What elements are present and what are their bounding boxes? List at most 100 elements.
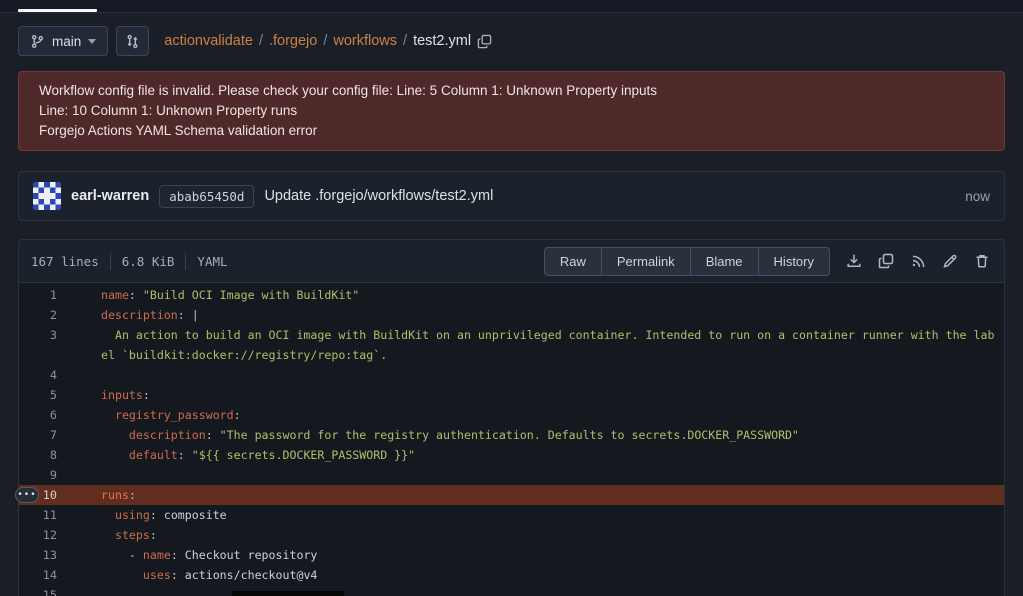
line-number[interactable]: 9: [19, 465, 65, 485]
commit-message[interactable]: Update .forgejo/workflows/test2.yml: [264, 188, 493, 204]
branch-name-label: main: [52, 34, 81, 49]
divider: [110, 253, 111, 270]
breadcrumb-current-file: test2.yml: [413, 33, 471, 49]
breadcrumb-link[interactable]: .forgejo: [269, 33, 317, 49]
file-size: 6.8 KiB: [122, 254, 175, 269]
file-view-card: 167 lines 6.8 KiB YAML RawPermalinkBlame…: [18, 239, 1005, 596]
code-line: 11 using: composite: [19, 505, 1004, 525]
view-button-raw[interactable]: Raw: [544, 247, 602, 276]
code-line: 6 registry_password:: [19, 405, 1004, 425]
line-number[interactable]: 3: [19, 325, 65, 365]
commit-sha-button[interactable]: abab65450d: [159, 185, 254, 208]
code-token: description: [129, 428, 206, 442]
breadcrumb-link[interactable]: actionvalidate: [164, 33, 253, 49]
line-number[interactable]: 1: [19, 285, 65, 305]
code-line: 13 - name: Checkout repository: [19, 545, 1004, 565]
code-token: uses: [143, 568, 171, 582]
error-line: Workflow config file is invalid. Please …: [39, 81, 984, 101]
line-number[interactable]: 5: [19, 385, 65, 405]
breadcrumb-link[interactable]: workflows: [333, 33, 397, 49]
line-content: using: composite: [65, 505, 1004, 525]
line-content: steps:: [65, 525, 1004, 545]
divider: [185, 253, 186, 270]
code-token: :: [178, 308, 192, 322]
code-token: steps: [115, 528, 150, 542]
code-token: :: [171, 568, 185, 582]
code-token: "${{ secrets.DOCKER_PASSWORD }}": [192, 448, 415, 462]
code-token: composite: [164, 508, 227, 522]
file-language: YAML: [197, 254, 227, 269]
line-content: An action to build an OCI image with Bui…: [65, 325, 1004, 365]
line-content: default: "${{ secrets.DOCKER_PASSWORD }}…: [65, 445, 1004, 465]
code-token: [101, 528, 115, 542]
avatar[interactable]: [33, 182, 61, 210]
code-token: inputs: [101, 388, 143, 402]
rss-icon[interactable]: [910, 253, 926, 269]
commit-author[interactable]: earl-warren: [71, 188, 149, 204]
code-token: :: [129, 288, 143, 302]
line-number[interactable]: 7: [19, 425, 65, 445]
code-token: [101, 428, 129, 442]
code-token: [101, 408, 115, 422]
view-button-blame[interactable]: Blame: [691, 247, 759, 276]
code-line: •••10runs:: [19, 485, 1004, 505]
code-view: 1name: "Build OCI Image with BuildKit"2d…: [19, 283, 1004, 596]
download-icon[interactable]: [846, 253, 862, 269]
latest-commit-box: earl-warren abab65450d Update .forgejo/w…: [18, 171, 1005, 221]
active-tab-underline: [18, 9, 97, 12]
edit-icon[interactable]: [942, 253, 958, 269]
line-content: runs:: [65, 485, 1004, 505]
code-token: "Build OCI Image with BuildKit": [143, 288, 359, 302]
breadcrumb-separator: /: [323, 33, 327, 49]
code-token: actions/checkout@v4: [185, 568, 318, 582]
chevron-down-icon: [88, 39, 96, 44]
commit-time: now: [965, 189, 990, 204]
breadcrumb: actionvalidate/.forgejo/workflows/test2.…: [164, 33, 471, 49]
line-content: name: "Build OCI Image with BuildKit": [65, 285, 1004, 305]
line-content: description: |: [65, 305, 1004, 325]
file-header: 167 lines 6.8 KiB YAML RawPermalinkBlame…: [19, 240, 1004, 283]
code-token: [101, 448, 129, 462]
view-button-history[interactable]: History: [759, 247, 830, 276]
file-info: 167 lines 6.8 KiB YAML: [31, 253, 228, 270]
code-line: 12 steps:: [19, 525, 1004, 545]
code-token: :: [143, 388, 150, 402]
code-token: :: [178, 448, 192, 462]
expand-context-button[interactable]: •••: [15, 487, 39, 503]
line-number[interactable]: 12: [19, 525, 65, 545]
code-line: 1name: "Build OCI Image with BuildKit": [19, 285, 1004, 305]
copy-file-icon[interactable]: [878, 253, 894, 269]
code-line: 9: [19, 465, 1004, 485]
code-token: "The password for the registry authentic…: [220, 428, 799, 442]
workflow-error-banner: Workflow config file is invalid. Please …: [18, 71, 1005, 151]
delete-icon[interactable]: [974, 253, 990, 269]
line-number[interactable]: 13: [19, 545, 65, 565]
line-content: [65, 365, 1004, 385]
line-number[interactable]: 14: [19, 565, 65, 585]
line-number[interactable]: 6: [19, 405, 65, 425]
code-token: registry_password: [115, 408, 234, 422]
code-token: default: [129, 448, 178, 462]
compare-button[interactable]: [116, 26, 149, 56]
code-token: [101, 568, 143, 582]
view-button-permalink[interactable]: Permalink: [602, 247, 691, 276]
line-number[interactable]: 11: [19, 505, 65, 525]
breadcrumb-separator: /: [259, 33, 263, 49]
code-token: An action to build an OCI image with Bui…: [101, 328, 994, 362]
copy-path-icon[interactable]: [477, 34, 492, 49]
line-content: registry_password:: [65, 405, 1004, 425]
code-token: runs: [101, 488, 129, 502]
git-branch-icon: [30, 34, 45, 49]
code-token: using: [115, 508, 150, 522]
line-number[interactable]: 2: [19, 305, 65, 325]
line-content: - name: Checkout repository: [65, 545, 1004, 565]
error-line: Line: 10 Column 1: Unknown Property runs: [39, 101, 984, 121]
git-compare-icon: [125, 34, 140, 49]
line-number[interactable]: 8: [19, 445, 65, 465]
line-number[interactable]: 15: [19, 585, 65, 596]
branch-select-button[interactable]: main: [18, 26, 108, 56]
line-number[interactable]: 4: [19, 365, 65, 385]
code-token: :: [150, 528, 157, 542]
branch-row: main actionvalidate/.forgejo/workflows/t…: [18, 26, 1005, 56]
code-token: -: [101, 548, 143, 562]
